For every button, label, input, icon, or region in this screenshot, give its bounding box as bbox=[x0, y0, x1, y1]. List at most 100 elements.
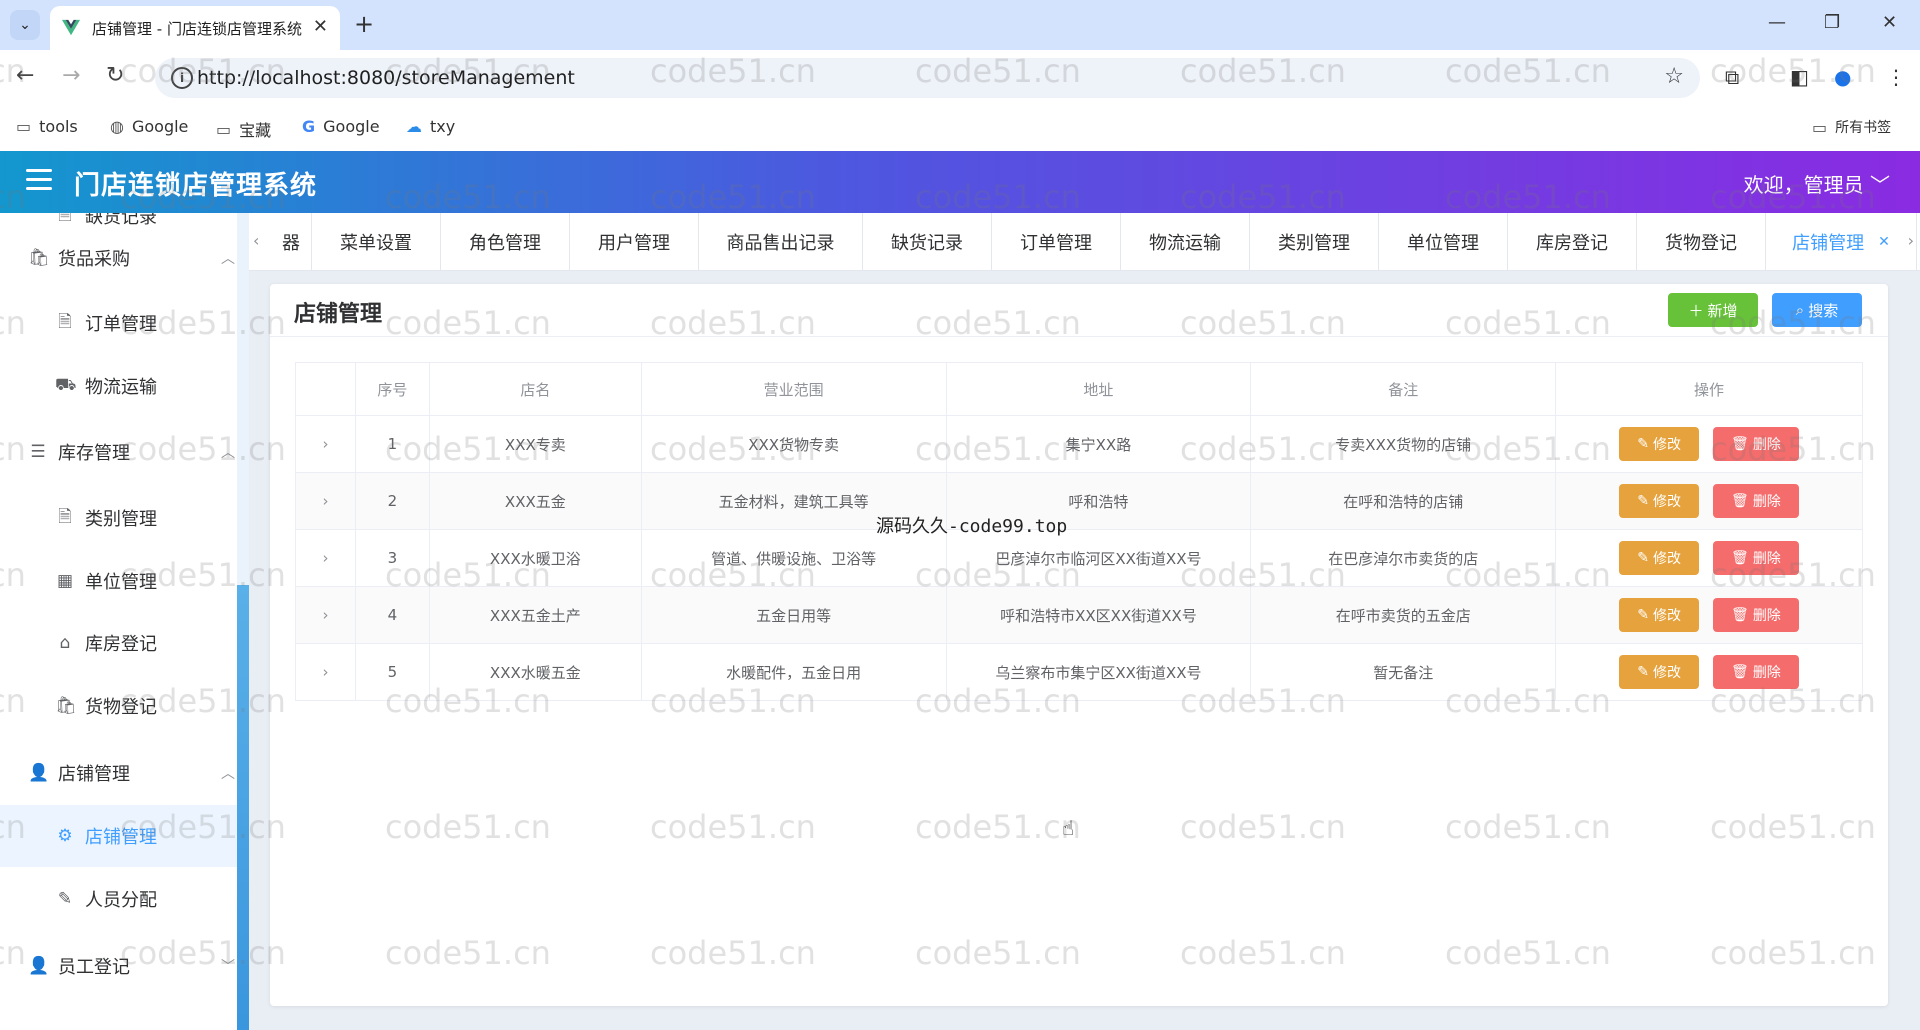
chevron-down-icon[interactable]: ﹀ bbox=[221, 956, 235, 976]
restore-icon[interactable]: ❐ bbox=[1824, 12, 1840, 33]
tab-2[interactable]: 角色管理 bbox=[441, 213, 570, 270]
tab-5[interactable]: 缺货记录 bbox=[863, 213, 992, 270]
bookmark-tools[interactable]: ▭ tools bbox=[16, 117, 78, 136]
tab-10[interactable]: 库房登记 bbox=[1508, 213, 1637, 270]
tab-close-icon[interactable]: ✕ bbox=[1878, 234, 1890, 250]
sidebar-item-label: 物流运输 bbox=[85, 377, 157, 398]
menu-toggle-icon[interactable] bbox=[26, 169, 52, 191]
extensions-icon[interactable]: ⧉ bbox=[1725, 65, 1739, 89]
tab-search-button[interactable]: ⌄ bbox=[10, 10, 40, 40]
cell-actions: ✎ 修改 🗑 删除 bbox=[1555, 472, 1863, 530]
tab-6[interactable]: 订单管理 bbox=[992, 213, 1121, 270]
search-icon: ⌕ bbox=[1795, 301, 1805, 319]
expand-row-icon[interactable]: › bbox=[322, 663, 328, 681]
expand-row-icon[interactable]: › bbox=[322, 549, 328, 567]
sidebar-item-6[interactable]: ▦ 单位管理 bbox=[0, 556, 237, 606]
address-bar[interactable]: i http://localhost:8080/storeManagement … bbox=[155, 58, 1700, 98]
edit-button[interactable]: ✎ 修改 bbox=[1619, 655, 1700, 689]
trash-icon: 🗑 bbox=[1731, 607, 1749, 623]
table-row: › 5 XXX水暖五金 水暖配件，五金日用 乌兰察布市集宁区XX街道XX号 暂无备注 ✎ 修改… bbox=[295, 643, 1863, 701]
cell-scope: 水暖配件，五金日用 bbox=[640, 643, 947, 701]
tab-9[interactable]: 单位管理 bbox=[1379, 213, 1508, 270]
building-icon: ▦ bbox=[56, 571, 74, 591]
edit-button[interactable]: ✎ 修改 bbox=[1619, 598, 1700, 632]
sidebar-item-9[interactable]: 👤 店铺管理 ︿ bbox=[0, 748, 237, 798]
tab-4[interactable]: 商品售出记录 bbox=[699, 213, 863, 270]
sidebar-item-11[interactable]: ✎ 人员分配 bbox=[0, 874, 237, 924]
delete-button[interactable]: 🗑 删除 bbox=[1713, 427, 1799, 461]
chevron-up-icon[interactable]: ︿ bbox=[221, 763, 235, 783]
profile-icon[interactable]: ● bbox=[1834, 65, 1851, 89]
chevron-up-icon[interactable]: ︿ bbox=[221, 442, 235, 462]
sidebar-item-1[interactable]: 🛍 货品采购 ︿ bbox=[0, 233, 237, 283]
new-tab-button[interactable]: + bbox=[354, 10, 374, 38]
edit-button[interactable]: ✎ 修改 bbox=[1619, 541, 1700, 575]
expand-row-icon[interactable]: › bbox=[322, 606, 328, 624]
sidebar-item-12[interactable]: 👤 员工登记 ﹀ bbox=[0, 941, 237, 991]
browser-tab[interactable]: 店铺管理 - 门店连锁店管理系统 ✕ bbox=[50, 6, 340, 50]
sidebar-item-8[interactable]: 🛍 货物登记 bbox=[0, 681, 237, 731]
col-scope: 营业范围 bbox=[640, 362, 947, 416]
page-tabs-bar: ‹ 器 菜单设置 角色管理 用户管理 商品售出记录 缺货记录 订单管理 物流运输 类别管理 单位管… bbox=[249, 213, 1920, 271]
sidebar-scrollbar-thumb[interactable] bbox=[237, 585, 249, 1030]
add-button[interactable]: ＋新增 bbox=[1668, 293, 1758, 327]
forward-arrow-icon[interactable]: → bbox=[62, 63, 80, 88]
tab-8[interactable]: 类别管理 bbox=[1250, 213, 1379, 270]
bookmark-google[interactable]: ◍ Google bbox=[110, 117, 188, 136]
close-tab-icon[interactable]: ✕ bbox=[313, 16, 328, 37]
cell-remark: 专卖XXX货物的店铺 bbox=[1250, 415, 1557, 473]
menu-dots-icon[interactable]: ⋮ bbox=[1886, 65, 1906, 89]
cell-name: XXX五金 bbox=[428, 472, 642, 530]
tabs-scroll-right-icon[interactable]: › bbox=[1908, 231, 1914, 250]
url-text[interactable]: http://localhost:8080/storeManagement bbox=[197, 67, 575, 89]
sidebar-item-10[interactable]: ⚙ 店铺管理 bbox=[0, 805, 237, 867]
col-index: 序号 bbox=[354, 362, 430, 416]
minimize-icon[interactable]: — bbox=[1768, 12, 1786, 33]
close-window-icon[interactable]: ✕ bbox=[1882, 12, 1897, 33]
bookmark-google-2[interactable]: G Google bbox=[302, 117, 380, 136]
delete-button[interactable]: 🗑 删除 bbox=[1713, 655, 1799, 689]
content-card: 店铺管理 ＋新增 ⌕ 搜索 序号 店名 营业范围 地址 备注 操作 › 1 XXX专卖… bbox=[270, 284, 1888, 1006]
cell-index: 1 bbox=[354, 415, 430, 473]
cell-address: 集宁XX路 bbox=[945, 415, 1252, 473]
trash-icon: 🗑 bbox=[1731, 436, 1749, 452]
bookmark-txy[interactable]: ☁ txy bbox=[406, 117, 455, 136]
edit-button[interactable]: ✎ 修改 bbox=[1619, 427, 1700, 461]
chevron-up-icon[interactable]: ︿ bbox=[221, 248, 235, 268]
sidebar-item-label: 人员分配 bbox=[85, 890, 157, 911]
sidebar-item-label: 货品采购 bbox=[58, 249, 130, 270]
sidebar-item-4[interactable]: ☰ 库存管理 ︿ bbox=[0, 427, 237, 477]
sidebar-item-label: 员工登记 bbox=[58, 957, 130, 978]
tab-7[interactable]: 物流运输 bbox=[1121, 213, 1250, 270]
bookmark-star-icon[interactable]: ☆ bbox=[1664, 64, 1684, 89]
edit-button[interactable]: ✎ 修改 bbox=[1619, 484, 1700, 518]
back-arrow-icon[interactable]: ← bbox=[16, 63, 34, 88]
cloud-icon: ☁ bbox=[406, 117, 422, 136]
sidebar-item-2[interactable]: 🗎 订单管理 bbox=[0, 298, 237, 348]
delete-button[interactable]: 🗑 删除 bbox=[1713, 598, 1799, 632]
site-info-icon[interactable]: i bbox=[171, 67, 193, 89]
expand-row-icon[interactable]: › bbox=[322, 435, 328, 453]
tab-0[interactable]: 器 bbox=[271, 213, 312, 270]
tab-3[interactable]: 用户管理 bbox=[570, 213, 699, 270]
reload-icon[interactable]: ↻ bbox=[106, 63, 124, 88]
browser-toolbar: ← → ↻ i http://localhost:8080/storeManag… bbox=[0, 50, 1920, 107]
globe-icon: ◍ bbox=[110, 117, 124, 136]
delete-button[interactable]: 🗑 删除 bbox=[1713, 541, 1799, 575]
sidebar-item-3[interactable]: ⛟ 物流运输 bbox=[0, 361, 237, 411]
tab-label: 物流运输 bbox=[1149, 232, 1221, 254]
tab-11[interactable]: 货物登记 bbox=[1637, 213, 1766, 270]
sidebar-item-7[interactable]: ⌂ 库房登记 bbox=[0, 618, 237, 668]
expand-row-icon[interactable]: › bbox=[322, 492, 328, 510]
tabs-scroll-left-icon[interactable]: ‹ bbox=[253, 231, 259, 250]
search-button[interactable]: ⌕ 搜索 bbox=[1772, 293, 1862, 327]
table-row: › 2 XXX五金 五金材料，建筑工具等 呼和浩特 在呼和浩特的店铺 ✎ 修改 🗑 删除 bbox=[295, 472, 1863, 530]
all-bookmarks[interactable]: ▭ 所有书签 bbox=[1812, 117, 1891, 137]
sidebar-item-5[interactable]: 🗎 类别管理 bbox=[0, 493, 237, 543]
tab-1[interactable]: 菜单设置 bbox=[312, 213, 441, 270]
tab-12[interactable]: 店铺管理 ✕ bbox=[1766, 213, 1917, 270]
bookmark-treasure[interactable]: ▭ 宝藏 bbox=[216, 117, 271, 141]
delete-button[interactable]: 🗑 删除 bbox=[1713, 484, 1799, 518]
user-menu[interactable]: 欢迎，管理员 ﹀ bbox=[1744, 169, 1890, 198]
side-panel-icon[interactable]: ◧ bbox=[1790, 65, 1809, 89]
